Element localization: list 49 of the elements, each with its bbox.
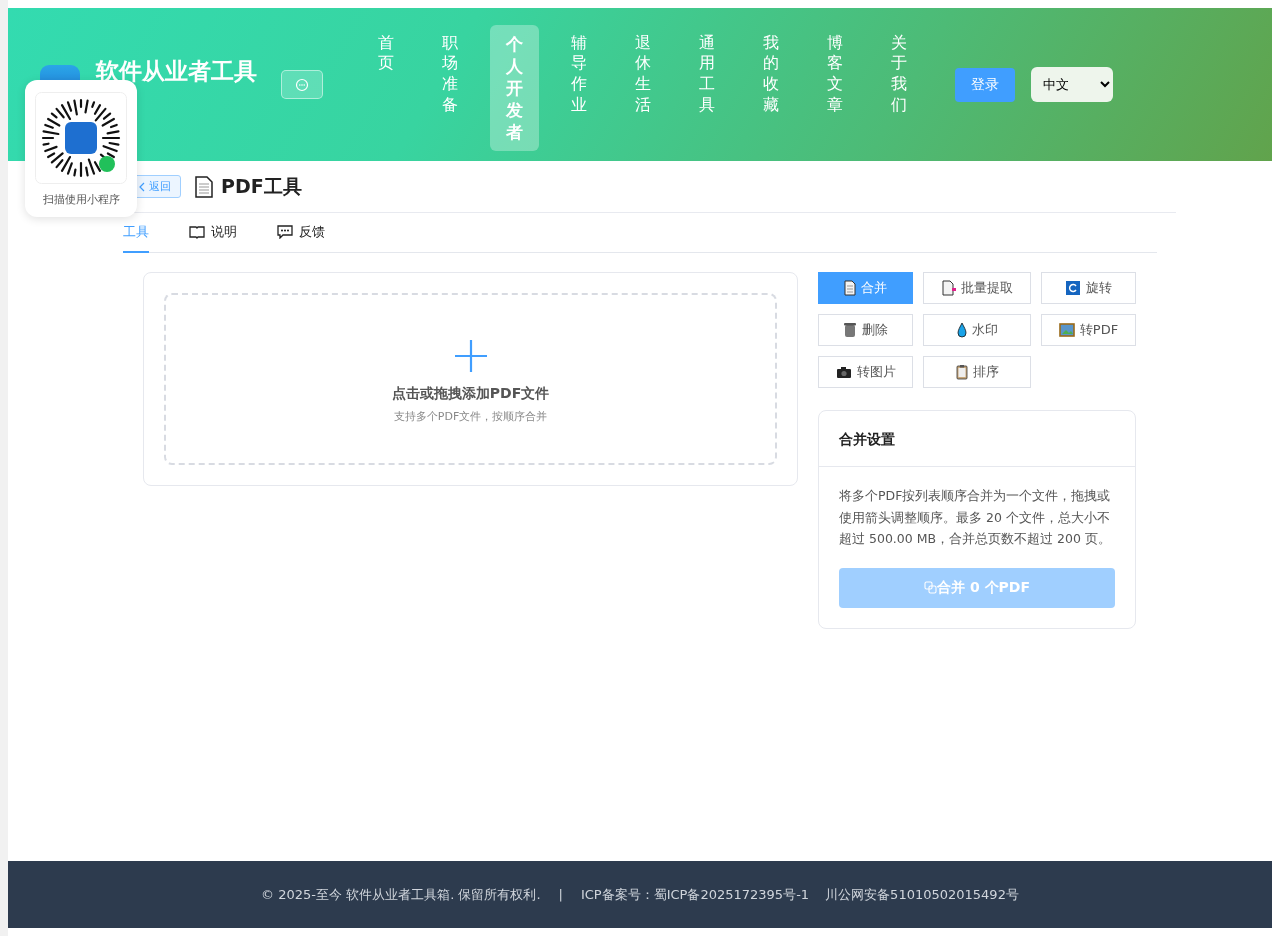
chat-button[interactable]	[281, 70, 323, 99]
rotate-icon	[1065, 280, 1081, 296]
police-record-link[interactable]: 川公网安备51010502015492号	[825, 885, 1019, 904]
chat-icon	[277, 225, 293, 239]
tool-button[interactable]: 旋转	[1041, 272, 1136, 304]
nav-link[interactable]: 通用工具	[683, 24, 731, 124]
footer-separator: |	[558, 887, 563, 902]
upload-hint: 支持多个PDF文件，按顺序合并	[393, 408, 548, 424]
chat-icon	[295, 77, 309, 92]
nav-link[interactable]: 退休生活	[619, 24, 667, 124]
nav-link[interactable]: 我的收藏	[747, 24, 795, 124]
tool-button[interactable]: 水印	[923, 314, 1031, 346]
nav-link[interactable]: 职场准备	[426, 24, 474, 124]
nav-link[interactable]: 首页	[362, 24, 410, 83]
tool-button[interactable]: 批量提取	[923, 272, 1031, 304]
nav-link[interactable]: 关于我们	[875, 24, 923, 124]
tool-button[interactable]: 转图片	[818, 356, 913, 388]
droplet-icon	[956, 322, 967, 338]
drop-zone[interactable]: 点击或拖拽添加PDF文件 支持多个PDF文件，按顺序合并	[164, 293, 777, 465]
tool-button[interactable]: 排序	[923, 356, 1031, 388]
camera-icon	[835, 365, 852, 379]
settings-title: 合并设置	[819, 411, 1135, 467]
clipboard-icon	[955, 364, 968, 380]
page-title: PDF工具	[221, 173, 302, 199]
document-icon	[941, 280, 956, 296]
language-select[interactable]: 中文	[1031, 67, 1113, 102]
icp-link[interactable]: ICP备案号：蜀ICP备2025172395号-1	[580, 885, 810, 904]
nav-link[interactable]: 辅导作业	[555, 24, 603, 124]
tab[interactable]: 反馈	[277, 213, 325, 253]
tool-button[interactable]: 删除	[818, 314, 913, 346]
settings-description: 将多个PDF按列表顺序合并为一个文件，拖拽或使用箭头调整顺序。最多 20 个文件，总大小不超过 500.00 MB，合并总页数不超过 200 页。	[839, 487, 1112, 548]
picture-icon	[1058, 323, 1075, 337]
plus-icon	[453, 338, 488, 373]
login-button[interactable]: 登录	[955, 67, 1015, 102]
tool-button[interactable]: 合并	[818, 272, 913, 304]
book-icon	[189, 225, 205, 239]
chevron-left-icon	[138, 181, 146, 192]
document-icon	[844, 280, 856, 296]
qr-caption: 扫描使用小程序	[42, 192, 120, 207]
copyright-text: © 2025-至今 软件从业者工具箱. 保留所有权利.	[261, 885, 541, 904]
document-icon	[195, 175, 213, 198]
copy-icon	[924, 581, 938, 594]
tab[interactable]: 工具	[123, 213, 149, 253]
trash-icon	[843, 322, 857, 338]
tool-button[interactable]: 转PDF	[1041, 314, 1136, 346]
upload-title: 点击或拖拽添加PDF文件	[391, 384, 550, 403]
tab[interactable]: 说明	[189, 213, 237, 253]
nav-link[interactable]: 个人开发者	[490, 24, 539, 151]
nav-link[interactable]: 博客文章	[811, 24, 859, 124]
